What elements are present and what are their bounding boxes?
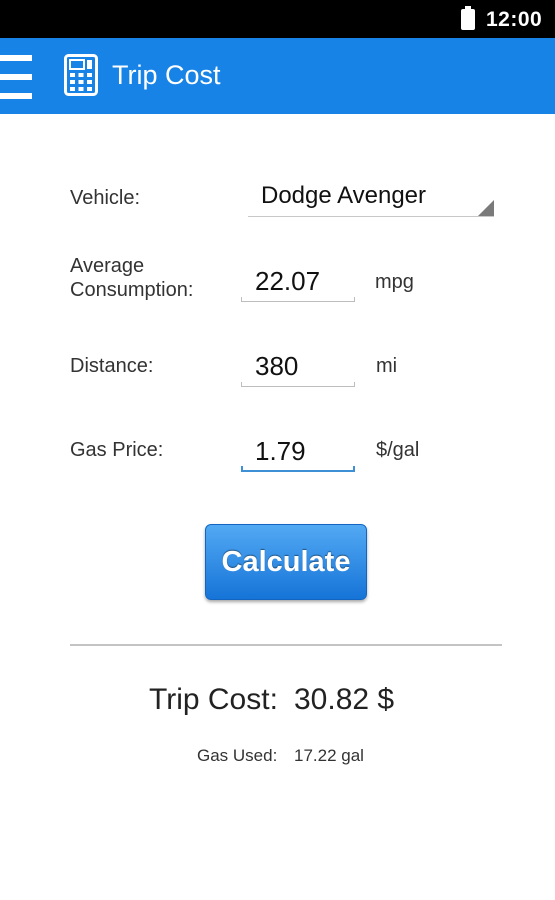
hamburger-menu-icon[interactable] [0,55,32,99]
consumption-label-line2: Consumption: [70,279,194,301]
distance-unit: mi [376,355,398,377]
calculator-icon [64,54,98,96]
gas-used-value: 17.22 gal [294,746,364,765]
consumption-label: Average Consumption: [70,254,193,302]
app-bar: Trip Cost [0,38,555,114]
consumption-label-line1: Average [70,255,145,277]
app-title: Trip Cost [112,60,221,90]
status-bar: 12:00 [0,0,555,38]
trip-cost-value: 30.82 $ [294,683,395,716]
trip-cost-label: Trip Cost: [149,683,278,716]
calculate-button[interactable]: Calculate [205,524,367,600]
vehicle-label: Vehicle: [70,187,141,209]
gas-price-field-value[interactable]: 1.79 [255,436,306,467]
status-time: 12:00 [486,8,543,31]
distance-label: Distance: [70,355,154,377]
dropdown-arrow-icon[interactable] [478,200,494,216]
battery-full-icon [461,6,475,30]
consumption-field[interactable]: 22.07 [241,258,355,302]
consumption-field-value[interactable]: 22.07 [255,266,320,297]
vehicle-select-underline [248,216,494,217]
gas-price-unit: $/gal [376,439,420,461]
gas-price-field[interactable]: 1.79 [241,428,355,472]
gas-used-label: Gas Used: [197,746,278,765]
gas-price-label: Gas Price: [70,439,164,461]
vehicle-select-value[interactable]: Dodge Avenger [261,182,426,210]
results-divider [70,644,502,646]
distance-field[interactable]: 380 [241,343,355,387]
distance-field-value[interactable]: 380 [255,351,298,382]
consumption-unit: mpg [375,271,414,293]
